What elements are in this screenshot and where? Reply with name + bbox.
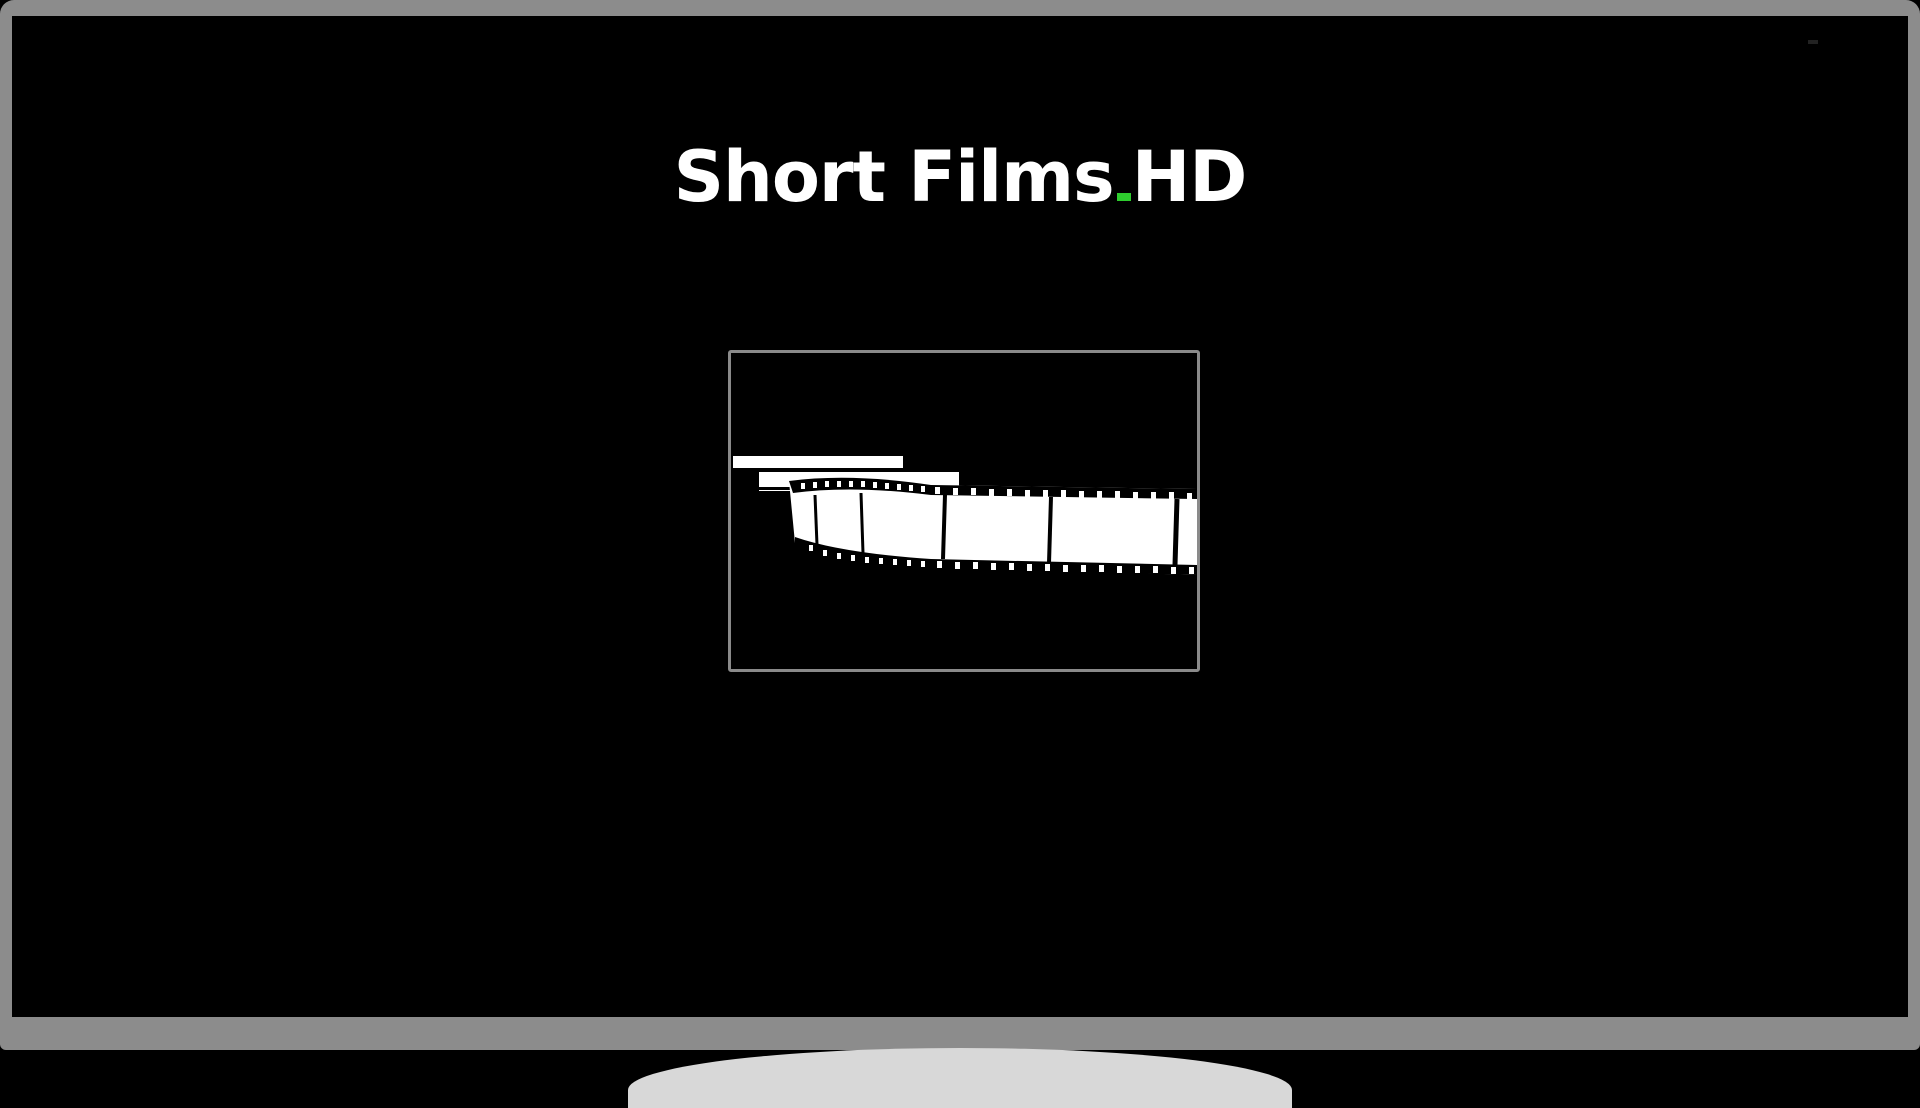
film-strip-icon <box>733 453 1197 575</box>
video-preview[interactable] <box>728 350 1200 672</box>
logo-suffix: HD <box>1131 136 1248 218</box>
app-logo: Short Films HD <box>12 136 1908 218</box>
logo-dot <box>1116 193 1131 201</box>
status-indicator <box>1808 40 1818 44</box>
tv-screen: Short Films HD <box>12 16 1908 1017</box>
tv-stand <box>628 1048 1292 1108</box>
tv-device: Short Films HD <box>0 0 1920 1108</box>
logo-title: Short Films <box>673 136 1115 218</box>
